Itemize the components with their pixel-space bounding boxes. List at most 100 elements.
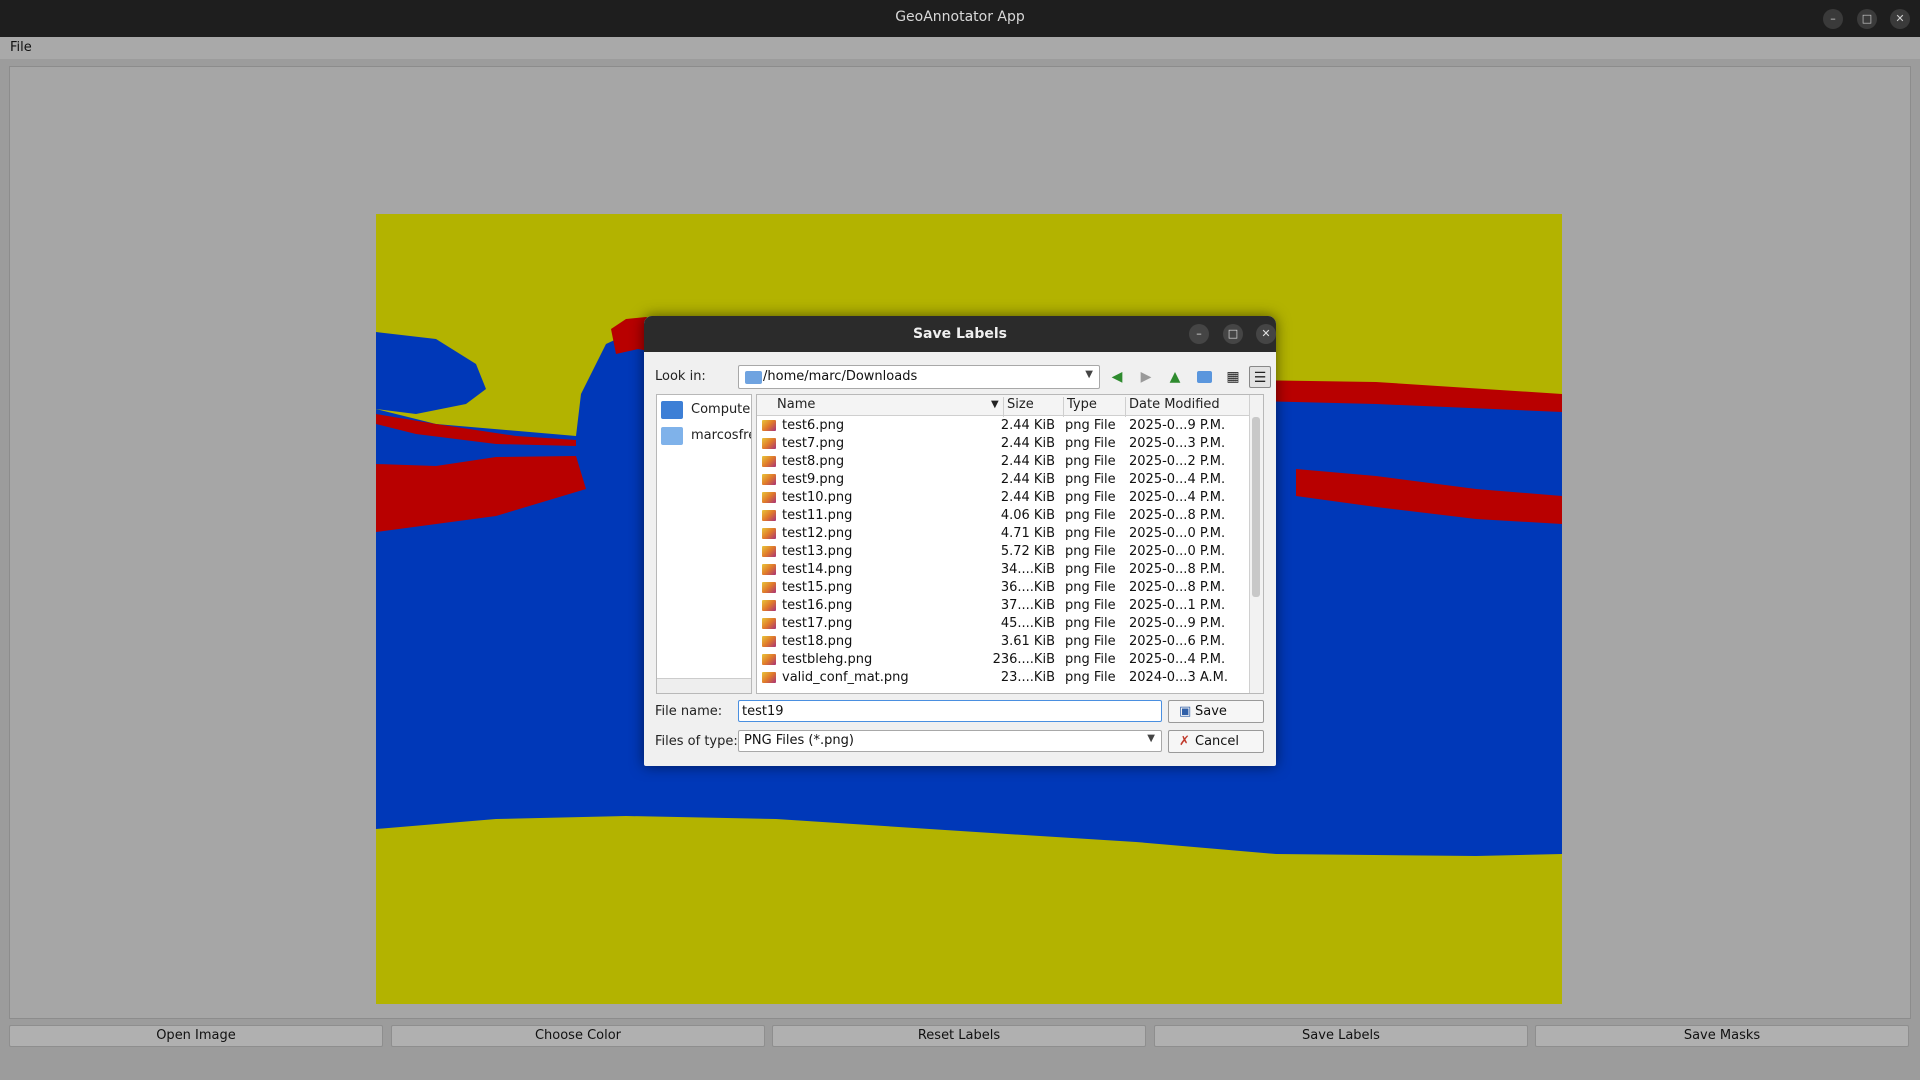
save-masks-button[interactable]: Save Masks bbox=[1535, 1025, 1909, 1047]
minimize-icon[interactable]: – bbox=[1823, 9, 1843, 29]
file-row[interactable]: test12.png 4.71 KiB png File 2025-0...0 P.M… bbox=[757, 525, 1251, 543]
file-type: png File bbox=[1065, 526, 1116, 541]
file-date: 2025-0...2 P.M. bbox=[1129, 454, 1226, 469]
file-date: 2025-0...8 P.M. bbox=[1129, 562, 1226, 577]
image-file-icon bbox=[762, 654, 776, 665]
back-icon[interactable]: ◀ bbox=[1106, 366, 1128, 388]
sidebar-item-label: Computer bbox=[691, 402, 752, 417]
image-file-icon bbox=[762, 492, 776, 503]
column-size[interactable]: Size bbox=[1007, 397, 1034, 412]
file-type: png File bbox=[1065, 616, 1116, 631]
image-file-icon bbox=[762, 618, 776, 629]
menu-bar: File bbox=[0, 37, 1920, 59]
list-view-icon[interactable]: ▦ bbox=[1222, 366, 1244, 388]
save-labels-button[interactable]: Save Labels bbox=[1154, 1025, 1528, 1047]
image-file-icon bbox=[762, 600, 776, 611]
column-type[interactable]: Type bbox=[1067, 397, 1097, 412]
maximize-icon[interactable]: □ bbox=[1857, 9, 1877, 29]
file-name: test11.png bbox=[782, 508, 853, 523]
file-row[interactable]: testblehg.png 236....KiB png File 2025-0...… bbox=[757, 651, 1251, 669]
file-size: 5.72 KiB bbox=[1000, 544, 1055, 559]
forward-icon[interactable]: ▶ bbox=[1135, 366, 1157, 388]
file-row[interactable]: test10.png 2.44 KiB png File 2025-0...4 P.M… bbox=[757, 489, 1251, 507]
image-file-icon bbox=[762, 564, 776, 575]
new-folder-icon[interactable] bbox=[1193, 366, 1215, 388]
file-size: 4.71 KiB bbox=[1000, 526, 1055, 541]
sidebar-item-home[interactable]: marcosfrei bbox=[661, 425, 751, 447]
floppy-icon: ▣ bbox=[1179, 704, 1192, 719]
app-title: GeoAnnotator App bbox=[895, 9, 1025, 25]
dialog-title-bar[interactable]: Save Labels – □ ✕ bbox=[644, 316, 1276, 352]
file-row[interactable]: test17.png 45....KiB png File 2025-0...9 P.… bbox=[757, 615, 1251, 633]
reset-labels-button[interactable]: Reset Labels bbox=[772, 1025, 1146, 1047]
file-row[interactable]: test7.png 2.44 KiB png File 2025-0...3 P.M. bbox=[757, 435, 1251, 453]
chevron-down-icon: ▼ bbox=[1147, 733, 1155, 744]
column-name[interactable]: Name bbox=[777, 397, 815, 412]
file-name: test12.png bbox=[782, 526, 853, 541]
file-date: 2025-0...4 P.M. bbox=[1129, 472, 1226, 487]
file-type: png File bbox=[1065, 670, 1116, 685]
file-size: 37....KiB bbox=[1000, 598, 1055, 613]
save-button[interactable]: ▣ Save bbox=[1168, 700, 1264, 723]
sidebar-item-label: marcosfrei bbox=[691, 428, 751, 443]
file-row[interactable]: test13.png 5.72 KiB png File 2025-0...0 P.M… bbox=[757, 543, 1251, 561]
image-file-icon bbox=[762, 672, 776, 683]
file-name: test13.png bbox=[782, 544, 853, 559]
file-date: 2025-0...8 P.M. bbox=[1129, 508, 1226, 523]
parent-directory-icon[interactable]: ▲ bbox=[1164, 366, 1186, 388]
file-name-input[interactable] bbox=[738, 700, 1162, 722]
file-row[interactable]: test15.png 36....KiB png File 2025-0...8 P.… bbox=[757, 579, 1251, 597]
dialog-title: Save Labels bbox=[912, 326, 1008, 342]
file-row[interactable]: test11.png 4.06 KiB png File 2025-0...8 P.M… bbox=[757, 507, 1251, 525]
computer-icon bbox=[661, 401, 683, 419]
look-in-combo[interactable]: /home/marc/Downloads ▼ bbox=[738, 365, 1100, 389]
dialog-maximize-icon[interactable]: □ bbox=[1223, 324, 1243, 344]
file-row[interactable]: test9.png 2.44 KiB png File 2025-0...4 P.M. bbox=[757, 471, 1251, 489]
file-row[interactable]: test14.png 34....KiB png File 2025-0...8 P.… bbox=[757, 561, 1251, 579]
choose-color-button[interactable]: Choose Color bbox=[391, 1025, 765, 1047]
file-type: png File bbox=[1065, 472, 1116, 487]
cancel-button[interactable]: ✗ Cancel bbox=[1168, 730, 1264, 753]
sidebar-scrollbar[interactable] bbox=[657, 678, 751, 693]
file-date: 2025-0...0 P.M. bbox=[1129, 526, 1226, 541]
image-file-icon bbox=[762, 510, 776, 521]
file-date: 2025-0...9 P.M. bbox=[1129, 616, 1226, 631]
image-file-icon bbox=[762, 420, 776, 431]
menu-file[interactable]: File bbox=[10, 40, 32, 55]
file-size: 45....KiB bbox=[1000, 616, 1055, 631]
file-date: 2025-0...9 P.M. bbox=[1129, 418, 1226, 433]
file-row[interactable]: test16.png 37....KiB png File 2025-0...1 P.… bbox=[757, 597, 1251, 615]
file-row[interactable]: test6.png 2.44 KiB png File 2025-0...9 P.M. bbox=[757, 417, 1251, 435]
detail-view-icon[interactable]: ☰ bbox=[1249, 366, 1271, 388]
cancel-icon: ✗ bbox=[1179, 734, 1190, 749]
file-row[interactable]: test18.png 3.61 KiB png File 2025-0...6 P.M… bbox=[757, 633, 1251, 651]
file-type: png File bbox=[1065, 544, 1116, 559]
file-type: png File bbox=[1065, 436, 1116, 451]
image-file-icon bbox=[762, 528, 776, 539]
file-name-field[interactable] bbox=[739, 701, 1161, 721]
files-of-type-combo[interactable]: PNG Files (*.png) ▼ bbox=[738, 730, 1162, 752]
sidebar-item-computer[interactable]: Computer bbox=[661, 399, 752, 421]
files-of-type-label: Files of type: bbox=[655, 734, 738, 749]
image-file-icon bbox=[762, 438, 776, 449]
scrollbar-thumb[interactable] bbox=[1252, 417, 1260, 597]
file-type: png File bbox=[1065, 490, 1116, 505]
dialog-close-icon[interactable]: ✕ bbox=[1256, 324, 1276, 344]
file-list-header: Name ▼ Size Type Date Modified bbox=[757, 395, 1251, 417]
file-type: png File bbox=[1065, 652, 1116, 667]
file-size: 2.44 KiB bbox=[1000, 418, 1055, 433]
file-row[interactable]: test8.png 2.44 KiB png File 2025-0...2 P.M. bbox=[757, 453, 1251, 471]
file-row[interactable]: valid_conf_mat.png 23....KiB png File 2024-… bbox=[757, 669, 1251, 687]
sidebar-places: Computer marcosfrei bbox=[656, 394, 752, 694]
file-list-scrollbar[interactable] bbox=[1249, 395, 1263, 693]
file-size: 2.44 KiB bbox=[1000, 436, 1055, 451]
look-in-path: /home/marc/Downloads bbox=[763, 369, 918, 384]
dialog-minimize-icon[interactable]: – bbox=[1189, 324, 1209, 344]
file-name: test14.png bbox=[782, 562, 853, 577]
image-file-icon bbox=[762, 546, 776, 557]
open-image-button[interactable]: Open Image bbox=[9, 1025, 383, 1047]
column-date[interactable]: Date Modified bbox=[1129, 397, 1220, 412]
save-labels-dialog: Save Labels – □ ✕ Look in: /home/marc/Do… bbox=[644, 316, 1276, 766]
image-file-icon bbox=[762, 582, 776, 593]
close-icon[interactable]: ✕ bbox=[1890, 9, 1910, 29]
